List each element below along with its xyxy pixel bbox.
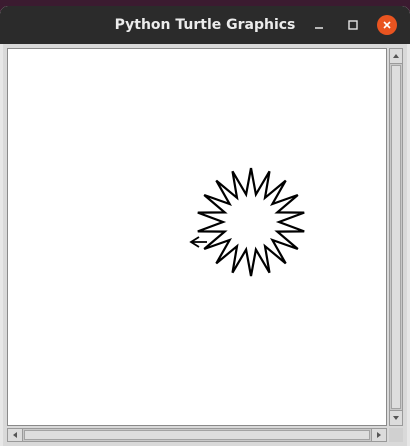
minimize-button[interactable]: [309, 15, 329, 35]
maximize-button[interactable]: [343, 15, 363, 35]
drawing-surface: [189, 167, 305, 277]
close-icon: [383, 21, 391, 29]
arrow-down-icon: [393, 416, 399, 420]
maximize-icon: [348, 20, 358, 30]
scroll-up-button[interactable]: [390, 49, 402, 64]
horizontal-scroll-thumb[interactable]: [24, 430, 370, 440]
close-button[interactable]: [377, 15, 397, 35]
vertical-scroll-thumb[interactable]: [391, 65, 401, 409]
vertical-scrollbar[interactable]: [389, 48, 403, 426]
minimize-icon: [315, 27, 323, 29]
scroll-right-button[interactable]: [371, 429, 386, 441]
scroll-down-button[interactable]: [390, 410, 402, 425]
turtle-canvas[interactable]: [7, 48, 387, 426]
title-bar[interactable]: Python Turtle Graphics: [0, 6, 410, 44]
star-drawing: [197, 167, 305, 277]
scroll-left-button[interactable]: [8, 429, 23, 441]
arrow-right-icon: [377, 432, 381, 438]
window-client-area: [3, 44, 407, 446]
horizontal-scrollbar[interactable]: [7, 428, 387, 442]
arrow-up-icon: [393, 54, 399, 58]
turtle-window: Python Turtle Graphics: [0, 6, 410, 446]
arrow-left-icon: [13, 432, 17, 438]
turtle-cursor-icon: [189, 236, 207, 248]
scrollbar-corner: [389, 428, 403, 442]
